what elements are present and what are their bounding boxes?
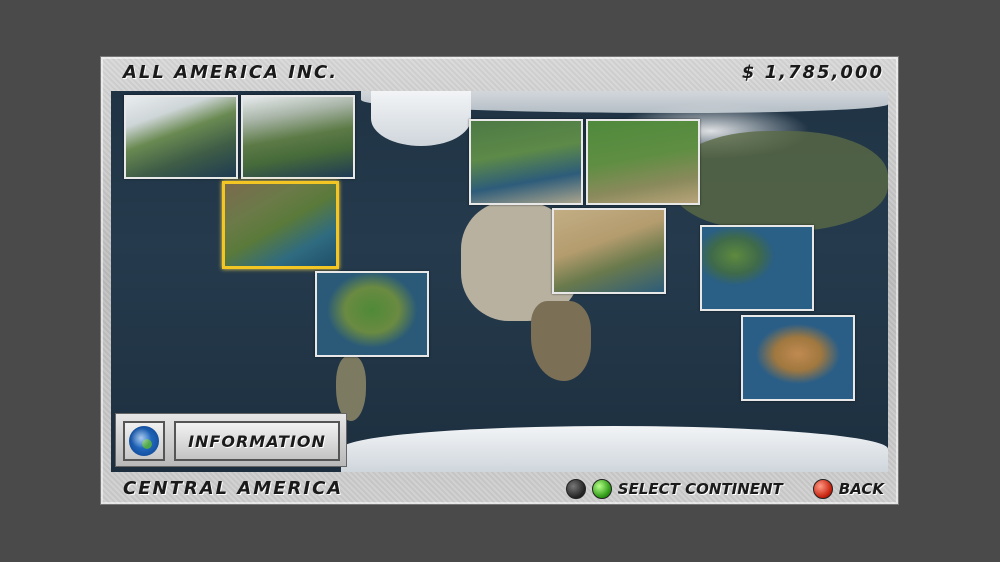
controller-hints: SELECT CONTINENT BACK <box>565 476 884 502</box>
region-tile-australia[interactable] <box>741 315 855 401</box>
patagonia-land <box>336 356 366 421</box>
back-hint[interactable]: BACK <box>839 480 884 498</box>
globe-icon <box>129 426 159 456</box>
information-button[interactable]: INFORMATION <box>174 421 340 461</box>
region-tile-middle-east-africa[interactable] <box>552 208 666 294</box>
region-tile-canada[interactable] <box>241 95 355 179</box>
top-bar: ALL AMERICA INC. $ 1,785,000 <box>101 57 898 89</box>
greenland-ice <box>371 91 471 146</box>
region-tile-southeast-asia[interactable] <box>700 225 814 311</box>
region-tile-south-america[interactable] <box>315 271 429 357</box>
region-tile-russia[interactable] <box>586 119 700 205</box>
antarctica-ice <box>341 426 888 472</box>
info-panel: INFORMATION <box>115 413 347 467</box>
select-continent-hint[interactable]: SELECT CONTINENT <box>618 480 783 498</box>
region-tile-alaska[interactable] <box>124 95 238 179</box>
southern-africa-land <box>531 301 591 381</box>
bottom-bar: CENTRAL AMERICA SELECT CONTINENT BACK <box>101 472 898 504</box>
asia-land <box>671 131 888 231</box>
b-button-icon <box>812 479 833 499</box>
region-tile-europe[interactable] <box>469 119 583 205</box>
selected-region-name: CENTRAL AMERICA <box>123 478 344 499</box>
globe-button[interactable] <box>123 421 165 461</box>
a-button-icon <box>591 479 612 499</box>
game-frame: ALL AMERICA INC. $ 1,785,000 INFORMATION… <box>100 56 899 505</box>
dpad-button-icon <box>565 479 586 499</box>
company-name: ALL AMERICA INC. <box>123 62 339 83</box>
region-tile-central-america[interactable] <box>222 181 339 269</box>
money-display: $ 1,785,000 <box>741 62 884 83</box>
